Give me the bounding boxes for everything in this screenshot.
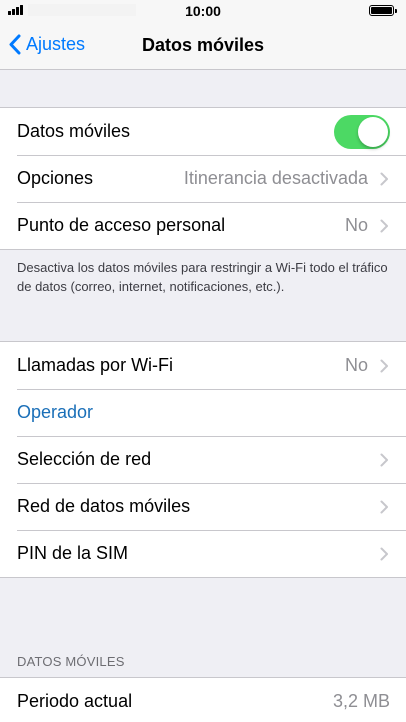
hotspot-label: Punto de acceso personal xyxy=(17,215,226,235)
status-time: 10:00 xyxy=(185,3,221,19)
mobile-data-group: Datos móviles Opciones Itinerancia desac… xyxy=(0,107,406,250)
sim-pin-row[interactable]: PIN de la SIM xyxy=(0,530,406,577)
network-selection-label: Selección de red xyxy=(17,449,152,469)
options-label: Opciones xyxy=(17,168,94,188)
cellular-data-network-label: Red de datos móviles xyxy=(17,496,191,516)
wifi-calling-value: No xyxy=(344,355,368,375)
chevron-right-icon xyxy=(380,172,388,186)
options-row[interactable]: Opciones Itinerancia desactivada xyxy=(0,155,406,202)
current-period-row: Periodo actual 3,2 MB xyxy=(0,678,406,722)
current-period-label: Periodo actual xyxy=(17,691,133,711)
current-period-value: 3,2 MB xyxy=(332,691,390,711)
usage-section-header: DATOS MÓVILES xyxy=(17,654,125,669)
toggle-knob xyxy=(358,117,388,147)
hotspot-row[interactable]: Punto de acceso personal No xyxy=(0,202,406,249)
wifi-calling-row[interactable]: Llamadas por Wi-Fi No xyxy=(0,342,406,389)
battery-icon xyxy=(369,5,397,16)
mobile-data-label: Datos móviles xyxy=(17,121,131,141)
options-value: Itinerancia desactivada xyxy=(183,168,368,188)
hotspot-value: No xyxy=(344,215,368,235)
cellular-data-network-row[interactable]: Red de datos móviles xyxy=(0,483,406,530)
usage-group: Periodo actual 3,2 MB xyxy=(0,677,406,722)
carrier-row[interactable]: Operador xyxy=(0,389,406,436)
chevron-right-icon xyxy=(380,453,388,467)
mobile-data-toggle[interactable] xyxy=(334,115,390,149)
chevron-right-icon xyxy=(380,219,388,233)
status-bar: 10:00 xyxy=(0,0,406,20)
page-title: Datos móviles xyxy=(141,35,265,55)
chevron-right-icon xyxy=(380,500,388,514)
network-selection-row[interactable]: Selección de red xyxy=(0,436,406,483)
mobile-data-row: Datos móviles xyxy=(0,108,406,155)
navigation-bar: Ajustes Datos móviles xyxy=(0,20,406,70)
sim-pin-label: PIN de la SIM xyxy=(17,543,129,563)
network-group: Llamadas por Wi-Fi No Operador Selección… xyxy=(0,341,406,578)
chevron-right-icon xyxy=(380,547,388,561)
mobile-data-footer-note: Desactiva los datos móviles para restrin… xyxy=(17,260,388,294)
carrier-label: Operador xyxy=(17,402,94,422)
wifi-calling-label: Llamadas por Wi-Fi xyxy=(17,355,174,375)
chevron-right-icon xyxy=(380,359,388,373)
